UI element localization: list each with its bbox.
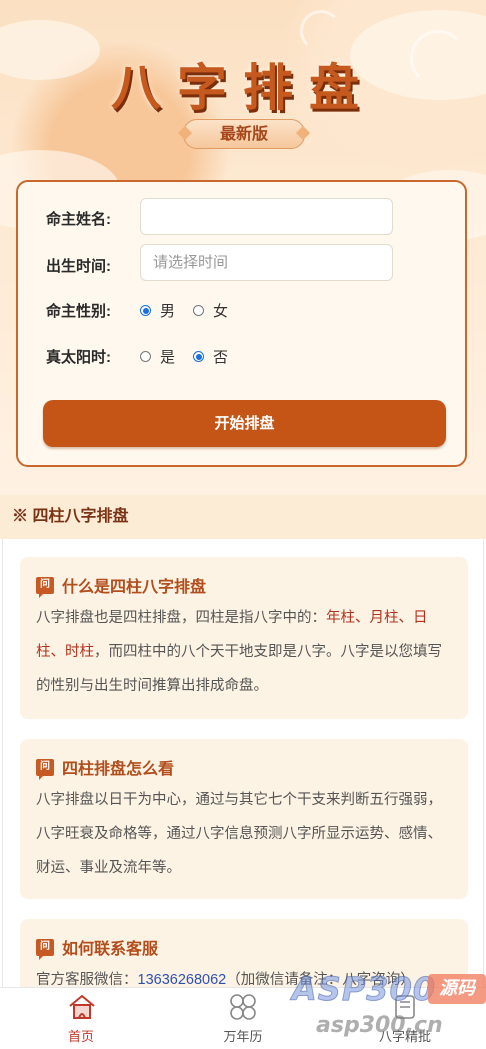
start-paipan-button[interactable]: 开始排盘 [43,400,446,447]
card-title: 问 四柱排盘怎么看 [36,753,452,781]
gender-radio-group: 男 女 [140,300,246,321]
radio-selected-icon[interactable] [140,305,151,316]
calendar-icon [230,994,256,1020]
home-icon [69,994,95,1019]
info-card-how-to-read: 问 四柱排盘怎么看 八字排盘以日干为中心，通过与其它七个干支来判断五行强弱，八字… [20,739,468,899]
card-text: 八字排盘以日干为中心，通过与其它七个干支来判断五行强弱，八字旺衰及命格等，通过八… [36,792,442,876]
bazi-form: 命主姓名: 出生时间: 请选择时间 命主性别: 男 女 真太阳时: 是 否 开始… [16,180,467,467]
solar-time-label: 真太阳时: [46,349,111,366]
card-title: 问 如何联系客服 [36,933,452,961]
radio-unselected-icon[interactable] [140,351,151,362]
swirl-decoration [300,10,342,52]
section-title: ※ 四柱八字排盘 [0,495,486,539]
info-card-what-is: 问 什么是四柱八字排盘 八字排盘也是四柱排盘，四柱是指八字中的：年柱、月柱、日柱… [20,557,468,719]
question-icon: 问 [36,576,54,598]
service-wechat-number[interactable]: 13636268062 [138,972,227,988]
gender-label: 命主性别: [46,303,111,320]
gender-option-male[interactable]: 男 [140,300,175,321]
radio-selected-icon[interactable] [193,351,205,362]
card-title: 问 什么是四柱八字排盘 [36,571,452,599]
gender-option-female[interactable]: 女 [193,300,228,321]
highlight-term: 年柱 [326,610,355,626]
highlight-term: 时柱 [65,644,94,660]
solar-time-radio-group: 是 否 [140,346,246,367]
radio-unselected-icon[interactable] [193,305,205,316]
question-icon: 问 [36,758,54,780]
highlight-term: 月柱 [369,610,399,626]
page-title: 八字排盘 [111,58,375,117]
birth-time-input[interactable]: 请选择时间 [140,244,393,281]
watermark-tag: 源码 [428,974,486,1004]
hero-banner: 八字排盘 最新版 命主姓名: 出生时间: 请选择时间 命主性别: 男 女 真太阳… [0,0,486,495]
divider [483,539,484,989]
solar-option-no[interactable]: 否 [193,346,228,367]
card-text: 八字排盘也是四柱排盘，四柱是指八字中的：年柱、月柱、日柱、时柱，而四柱中的八个天… [36,610,442,694]
watermark-site: asp300.cn [316,1013,443,1038]
divider [2,539,3,989]
watermark-brand: ASP300 [291,970,437,1009]
birth-time-label: 出生时间: [46,258,111,275]
question-icon: 问 [36,938,54,960]
name-input[interactable] [140,198,393,235]
version-badge: 最新版 [183,119,305,149]
tab-home[interactable]: 首页 [0,988,162,1049]
solar-option-yes[interactable]: 是 [140,346,175,367]
name-label: 命主姓名: [46,211,111,228]
